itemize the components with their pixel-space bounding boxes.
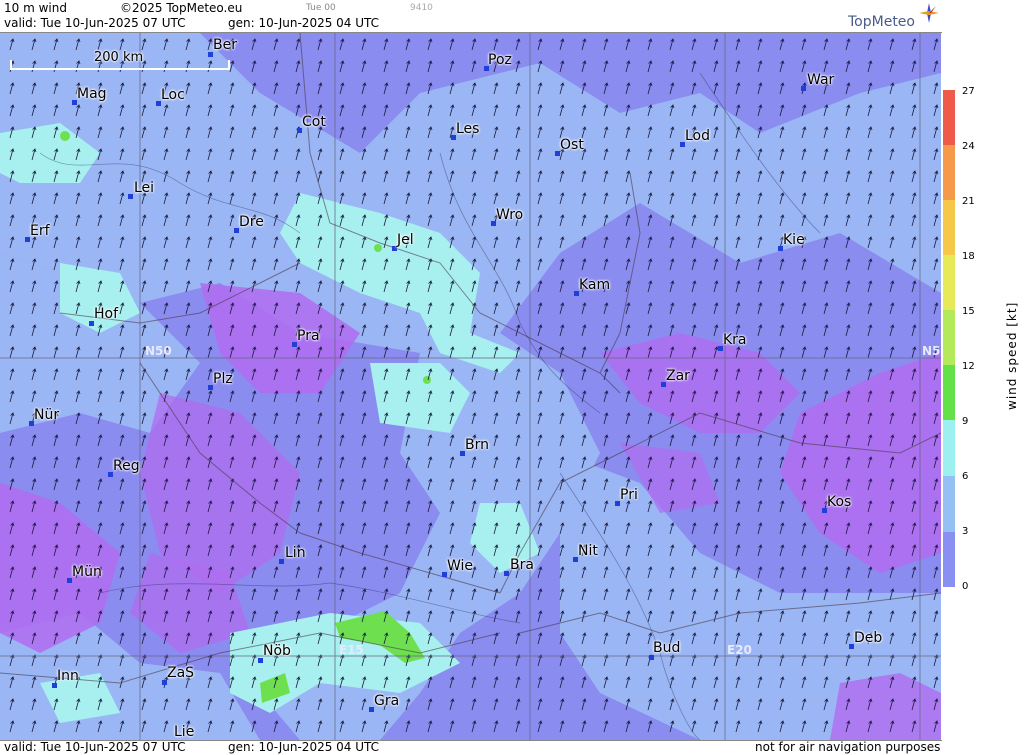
city-label: Lod [685, 128, 711, 144]
colorbar-tick: 18 [962, 251, 975, 262]
city-label: Kos [827, 494, 852, 510]
city-label: Inn [57, 668, 79, 684]
city-label: Ost [560, 137, 584, 153]
grid-label-n50-left: N50 [145, 344, 172, 358]
colorbar-segment [943, 255, 955, 310]
city-label: Jel [397, 232, 414, 248]
colorbar-tick: 27 [962, 86, 975, 97]
city-label: Les [456, 121, 480, 137]
city-label: Loc [161, 87, 185, 103]
wind-field [0, 33, 941, 740]
footer-note: not for air navigation purposes [755, 740, 941, 754]
city-label: Pra [297, 328, 320, 344]
city-label: Pri [620, 487, 638, 503]
colorbar-segment [943, 476, 955, 532]
grid-label-e15: E15 [339, 643, 364, 657]
footer-gen-time: gen: 10-Jun-2025 04 UTC [228, 740, 380, 754]
city-label: Nöb [263, 643, 291, 659]
city-label: ZaS [167, 665, 195, 681]
wind-speed-colorbar [943, 90, 955, 587]
colorbar-segment [943, 310, 955, 365]
city-label: Zar [666, 368, 690, 384]
city-label: Lie [174, 724, 195, 740]
colorbar-tick: 9 [962, 416, 969, 427]
city-label: Ber [213, 37, 237, 53]
city-label: Reg [113, 458, 140, 474]
colorbar-segment [943, 420, 955, 476]
city-label: War [807, 72, 835, 88]
city-label: Kie [783, 232, 805, 248]
grid-label-e20: E20 [727, 643, 752, 657]
map-title: 10 m wind [4, 1, 67, 15]
compass-logo-icon [919, 3, 939, 23]
colorbar-tick: 12 [962, 361, 975, 372]
small-time: Tue 00 [306, 3, 336, 13]
city-label: Nit [578, 543, 598, 559]
footer-valid-time: valid: Tue 10-Jun-2025 07 UTC [4, 740, 186, 754]
city-label: Lei [134, 180, 155, 196]
city-label: Wie [447, 558, 474, 574]
city-label: Gra [374, 693, 400, 709]
city-label: Lin [285, 545, 306, 561]
colorbar-tick: 3 [962, 526, 969, 537]
city-label: Poz [488, 52, 512, 68]
colorbar-tick: 21 [962, 196, 975, 207]
valid-time: valid: Tue 10-Jun-2025 07 UTC [4, 16, 186, 30]
gen-time: gen: 10-Jun-2025 04 UTC [228, 16, 380, 30]
colorbar-label: wind speed [kt] [1005, 301, 1019, 410]
city-label: Bra [510, 557, 534, 573]
city-label: Kra [723, 332, 747, 348]
colorbar-segment [943, 532, 955, 587]
city-label: Brn [465, 437, 489, 453]
city-label: Mag [77, 86, 107, 102]
map-footer: valid: Tue 10-Jun-2025 07 UTC gen: 10-Ju… [0, 740, 942, 755]
colorbar-tick: 15 [962, 306, 975, 317]
city-label: Hof [94, 306, 119, 322]
colorbar-tick: 0 [962, 581, 969, 592]
city-label: Cot [302, 114, 326, 130]
city-label: Dre [239, 214, 264, 230]
wind-map: 200 km N50 N5 E15 E20 Ber Poz War Mag Lo… [0, 33, 941, 740]
colorbar-segment [943, 90, 955, 145]
topmeteo-logo: TopMeteo [848, 14, 915, 30]
city-label: Bud [653, 640, 681, 656]
scale-bar-label: 200 km [94, 50, 144, 65]
small-code: 9410 [410, 3, 433, 13]
city-label: Plz [213, 371, 233, 387]
colorbar-tick: 6 [962, 471, 969, 482]
copyright: ©2025 TopMeteo.eu [120, 1, 243, 15]
city-label: Kam [579, 277, 611, 293]
colorbar-segment [943, 145, 955, 200]
grid-label-n50-right: N5 [922, 344, 941, 358]
city-label: Nür [34, 407, 60, 423]
map-header: 10 m wind ©2025 TopMeteo.eu Tue 00 9410 … [0, 0, 942, 33]
city-label: Erf [30, 223, 50, 239]
city-label: Mün [72, 564, 102, 580]
colorbar-segment [943, 365, 955, 420]
city-label: Deb [854, 630, 883, 646]
colorbar-tick: 24 [962, 141, 975, 152]
colorbar-segment [943, 200, 955, 255]
city-label: Wro [496, 207, 524, 223]
